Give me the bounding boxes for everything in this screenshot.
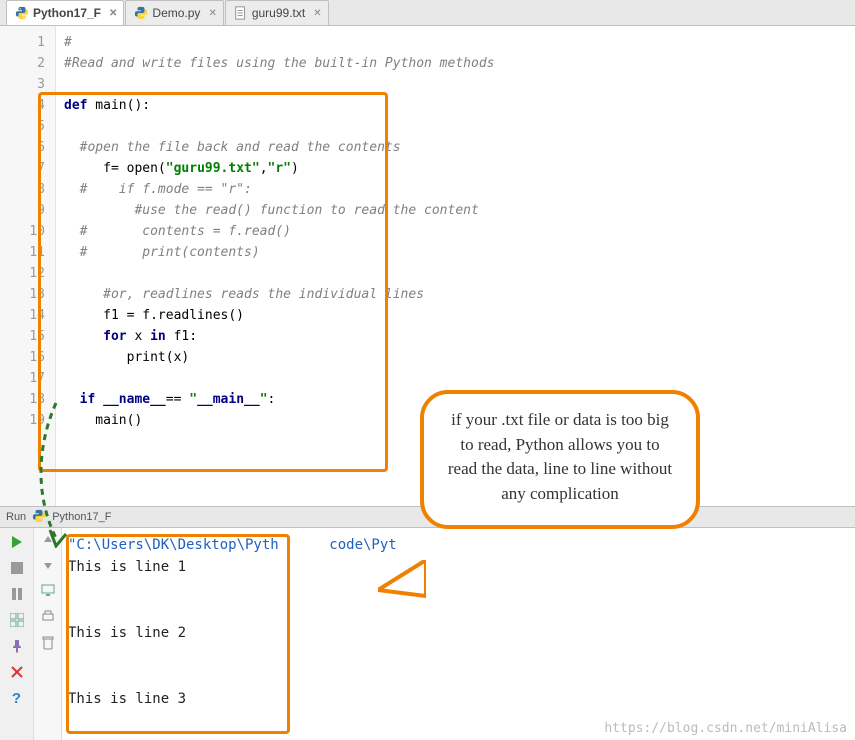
arrow-down-icon[interactable]: [42, 559, 54, 574]
stop-icon[interactable]: [9, 560, 25, 576]
screen-icon[interactable]: [41, 584, 55, 599]
tab-python17f[interactable]: Python17_F ✕: [6, 0, 124, 25]
text-file-icon: [234, 6, 248, 20]
tab-guru99[interactable]: guru99.txt ✕: [225, 0, 329, 25]
run-toolbar-primary: ?: [0, 528, 34, 740]
run-tool-window: ? "C:\Users\DK\Desktop\Pyth code\PytThis…: [0, 528, 855, 740]
python-file-icon: [15, 6, 29, 20]
pin-icon[interactable]: [9, 638, 25, 654]
print-icon[interactable]: [41, 609, 55, 626]
run-toolbar-secondary: [34, 528, 62, 740]
pause-icon[interactable]: [9, 586, 25, 602]
run-label: Run: [6, 511, 26, 523]
help-icon[interactable]: ?: [9, 690, 25, 706]
trash-icon[interactable]: [42, 636, 54, 653]
layout-icon[interactable]: [9, 612, 25, 628]
close-icon[interactable]: ✕: [208, 8, 216, 19]
annotation-arrow: [38, 398, 74, 548]
close-icon[interactable]: ✕: [109, 8, 117, 19]
run-icon[interactable]: [9, 534, 25, 550]
tab-label: Demo.py: [152, 6, 200, 20]
close-icon[interactable]: ✕: [313, 8, 321, 19]
python-file-icon: [134, 6, 148, 20]
close-icon[interactable]: [9, 664, 25, 680]
callout-text: if your .txt file or data is too big to …: [448, 410, 672, 503]
editor-tabs: Python17_F ✕ Demo.py ✕ guru99.txt ✕: [0, 0, 855, 26]
tab-demo[interactable]: Demo.py ✕: [125, 0, 223, 25]
console-output[interactable]: "C:\Users\DK\Desktop\Pyth code\PytThis i…: [62, 528, 855, 740]
callout-pointer: [378, 560, 426, 608]
watermark: https://blog.csdn.net/miniAlisa: [604, 721, 847, 736]
annotation-callout: if your .txt file or data is too big to …: [420, 390, 700, 529]
tab-label: guru99.txt: [252, 6, 305, 20]
tab-label: Python17_F: [33, 6, 101, 20]
